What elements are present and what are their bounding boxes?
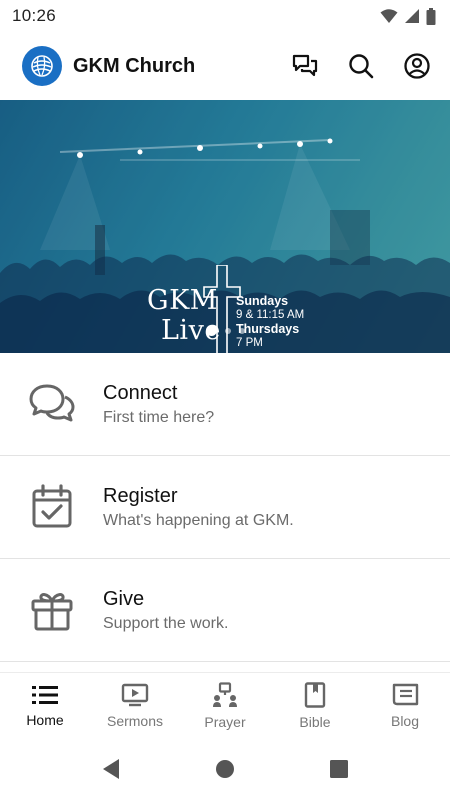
menu-subtitle: Support the work. [103,614,229,632]
list-icon [32,685,58,704]
system-navigation-bar [0,738,450,800]
schedule-day: Sundays [236,294,289,308]
carousel-dot-1[interactable] [205,325,217,336]
schedule-time: 7 PM [236,337,263,349]
nav-label: Home [26,711,64,728]
hero-banner[interactable]: GKM Live Sundays 9 & 11:15 AM Thursdays … [0,100,450,353]
chat-bubbles-icon [29,384,75,422]
battery-icon [426,7,436,25]
nav-item-sermons[interactable]: Sermons [90,673,180,738]
register-icon-wrap [28,483,76,531]
search-icon [349,54,374,79]
chat-bubbles-icon [292,54,318,77]
back-triangle-icon [103,759,119,779]
app-title: GKM Church [73,54,196,77]
recents-square-icon [330,760,348,778]
nav-label: Blog [390,712,420,729]
menu-item-register[interactable]: Register What's happening at GKM. [0,456,450,559]
nav-item-bible[interactable]: Bible [270,673,360,738]
cellular-icon [405,9,419,23]
search-button[interactable] [344,49,378,83]
gift-icon [31,593,73,631]
book-icon [304,681,326,708]
app-header: GKM Church [0,32,450,100]
nav-label: Bible [299,713,331,730]
gkm-live-wordmark: GKM Live [147,286,221,346]
service-schedule: Sundays 9 & 11:15 AM Thursdays 7 PM [236,294,304,350]
menu-title: Connect [103,381,178,404]
calendar-check-icon [32,484,72,528]
church-logo [22,46,62,86]
give-icon-wrap [28,586,76,634]
profile-button[interactable] [400,49,434,83]
menu-item-give[interactable]: Give Support the work. [0,559,450,662]
recents-button[interactable] [329,759,349,779]
status-bar: 10:26 [0,0,450,32]
menu-list: Connect First time here? Register What's… [0,353,450,662]
connect-icon-wrap [28,380,76,428]
carousel-dot-3[interactable] [238,327,245,334]
carousel-indicator [0,325,450,336]
menu-title: Give [103,587,145,610]
messages-button[interactable] [288,49,322,83]
nav-label: Sermons [106,712,164,729]
account-circle-icon [404,53,430,79]
status-time: 10:26 [12,6,57,25]
nav-item-blog[interactable]: Blog [360,673,450,738]
nav-label: Prayer [204,713,246,730]
wordmark-gkm: GKM [147,285,218,316]
tv-play-icon [121,683,149,706]
home-circle-icon [216,760,234,778]
globe-logo-icon [31,55,53,77]
menu-title: Register [103,484,178,507]
prayer-icon [213,681,237,707]
nav-item-prayer[interactable]: Prayer [180,673,270,738]
back-button[interactable] [101,758,121,780]
menu-subtitle: What's happening at GKM. [103,511,294,529]
menu-subtitle: First time here? [103,408,215,426]
blog-icon [392,683,419,705]
schedule-time: 9 & 11:15 AM [236,309,305,321]
menu-item-connect[interactable]: Connect First time here? [0,353,450,456]
nav-item-home[interactable]: Home [0,673,90,738]
home-button[interactable] [215,759,235,779]
status-icons [380,7,436,25]
carousel-dot-2[interactable] [224,327,231,334]
bottom-navigation: Home Sermons Prayer Bible Blog [0,672,450,738]
wifi-icon [380,9,398,23]
